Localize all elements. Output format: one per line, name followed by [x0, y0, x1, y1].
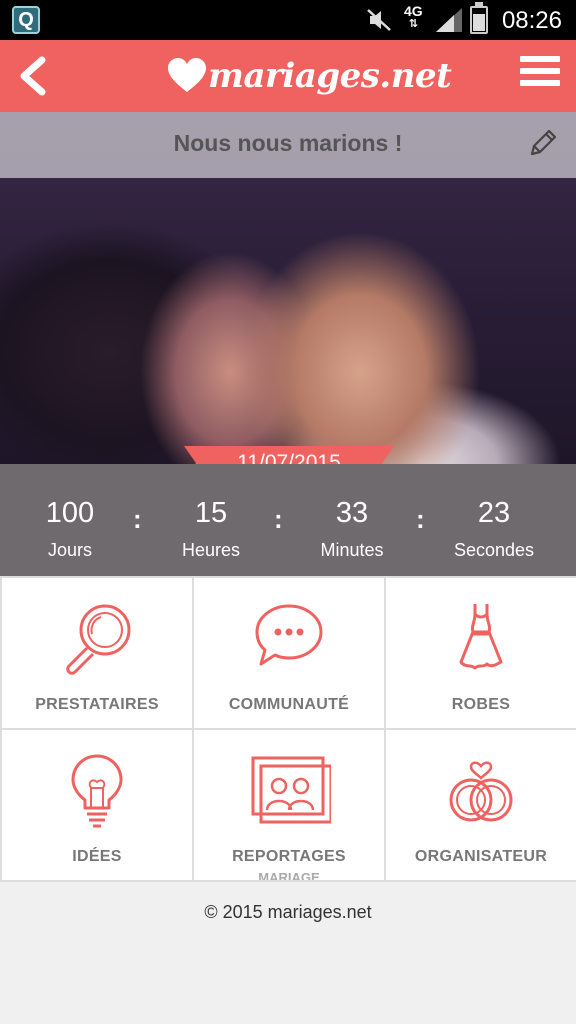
magnifier-icon	[66, 604, 131, 675]
dress-icon	[459, 604, 503, 670]
hero-title-bar: Nous nous marions !	[0, 112, 576, 178]
mute-icon	[367, 9, 391, 31]
pencil-icon[interactable]	[528, 128, 558, 158]
status-bar: Q 4G ⇅ 08:26	[0, 0, 576, 40]
tile-reportages[interactable]: REPORTAGES MARIAGE	[194, 730, 384, 880]
tile-label: ORGANISATEUR	[414, 848, 548, 865]
clock: 08:26	[501, 7, 562, 34]
tile-label: PRESTATAIRES	[35, 696, 159, 713]
tile-communaute[interactable]: COMMUNAUTÉ	[194, 578, 384, 728]
tile-label: IDÉES	[72, 848, 122, 865]
tile-label: COMMUNAUTÉ	[228, 696, 350, 713]
countdown-hours: 15 Heures	[141, 496, 281, 561]
chat-bubble-icon	[255, 604, 323, 666]
network-arrows-icon: ⇅	[408, 18, 418, 30]
minutes-label: Minutes	[320, 540, 384, 560]
q-app-icon: Q	[12, 6, 40, 34]
tile-label: REPORTAGES	[232, 848, 346, 865]
copyright-text: © 2015 mariages.net	[204, 902, 372, 922]
rings-icon	[449, 761, 513, 822]
days-value: 100	[45, 497, 95, 529]
photo-album-icon	[251, 756, 331, 824]
page-title: Nous nous marions !	[173, 130, 403, 156]
hours-value: 15	[194, 497, 228, 529]
lightbulb-icon	[71, 754, 123, 828]
countdown: 100 Jours : 15 Heures : 33 Minutes : 23 …	[0, 464, 576, 576]
battery-icon	[470, 2, 488, 34]
heart-logo-icon	[168, 58, 206, 92]
tile-idees[interactable]: IDÉES	[2, 730, 192, 880]
brand-name: mariages.net	[208, 56, 452, 96]
brand-logo[interactable]: mariages.net	[168, 50, 452, 102]
seconds-value: 23	[477, 497, 511, 529]
footer: © 2015 mariages.net	[0, 882, 576, 1024]
tile-organisateur[interactable]: ORGANISATEUR	[386, 730, 576, 880]
tile-label: ROBES	[451, 696, 511, 713]
countdown-seconds: 23 Secondes	[424, 496, 564, 561]
tile-label-secondary: MARIAGE	[258, 870, 320, 880]
network-indicator: 4G ⇅	[404, 4, 423, 30]
minutes-value: 33	[335, 497, 369, 529]
tools-grid: PRESTATAIRES COMMUNAUTÉ ROBES IDÉES REPO…	[0, 576, 576, 882]
back-chevron-icon[interactable]	[14, 54, 54, 98]
countdown-days: 100 Jours	[0, 496, 140, 561]
hours-label: Heures	[181, 540, 241, 560]
days-label: Jours	[47, 540, 92, 560]
tile-prestataires[interactable]: PRESTATAIRES	[2, 578, 192, 728]
tile-robes[interactable]: ROBES	[386, 578, 576, 728]
countdown-minutes: 33 Minutes	[282, 496, 422, 561]
app-header: mariages.net	[0, 40, 576, 112]
seconds-label: Secondes	[453, 540, 535, 560]
signal-icon	[436, 8, 462, 32]
network-type: 4G	[404, 3, 423, 19]
hamburger-menu-icon[interactable]	[520, 56, 560, 92]
